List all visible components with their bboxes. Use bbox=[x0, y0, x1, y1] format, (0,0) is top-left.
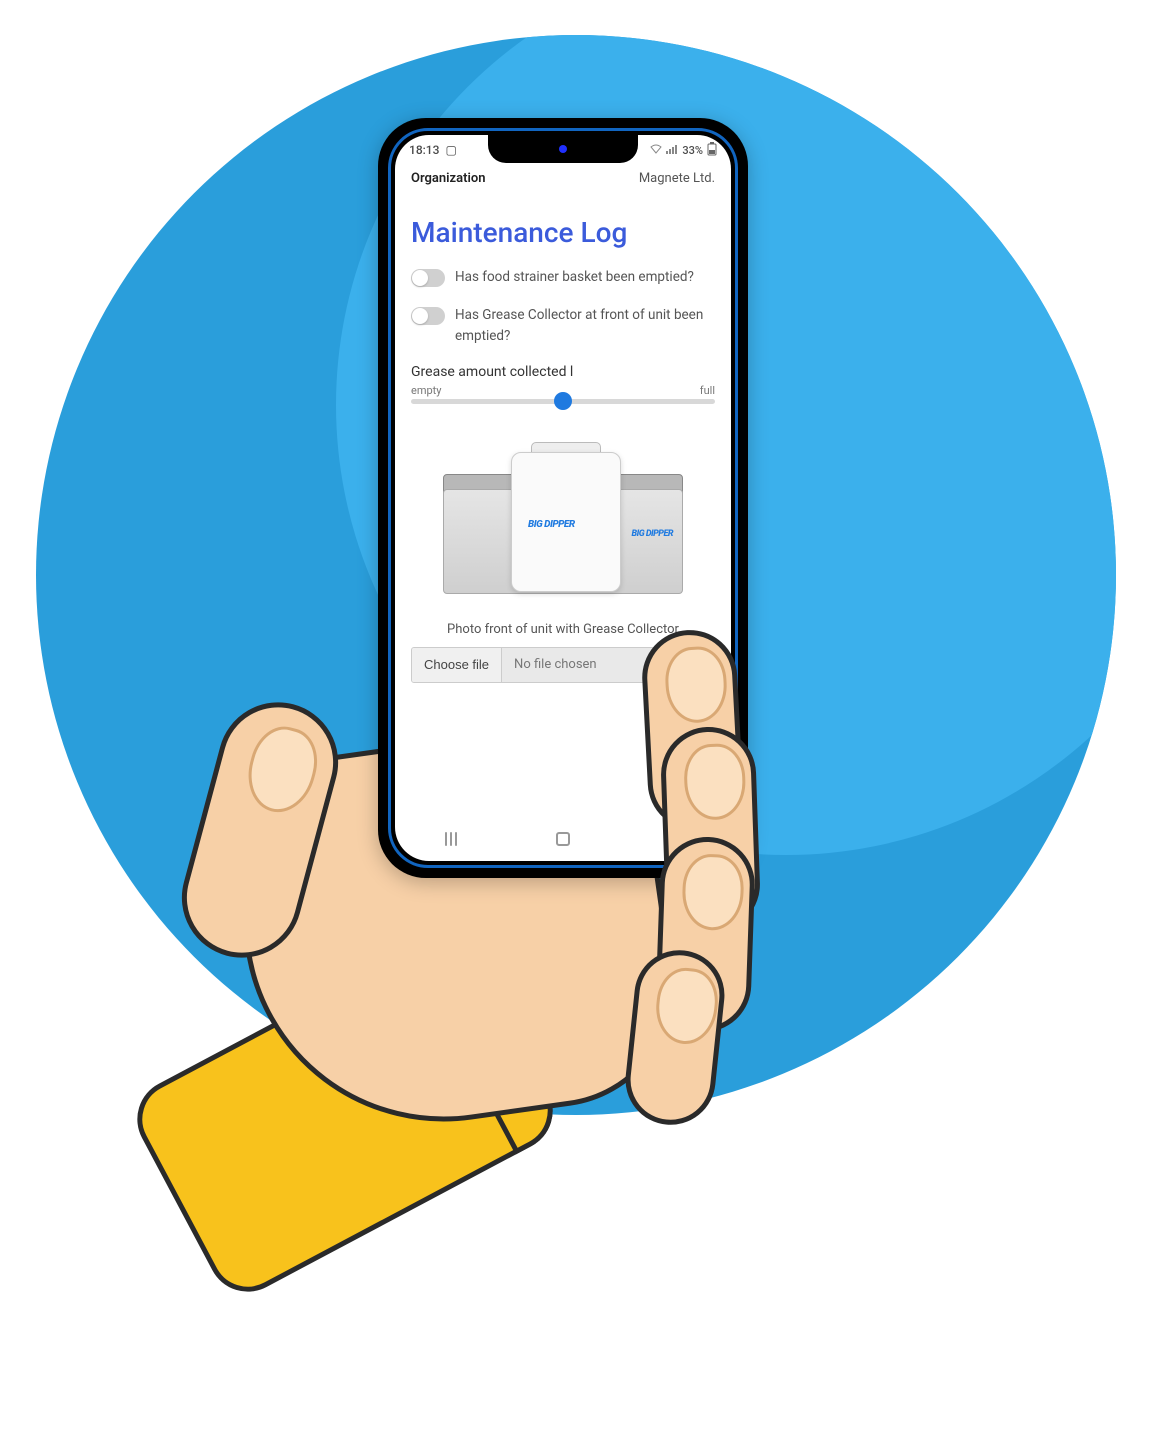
toggle-food-strainer[interactable] bbox=[411, 269, 445, 287]
choose-file-button[interactable]: Choose file bbox=[412, 648, 502, 682]
phone-notch bbox=[488, 135, 638, 163]
page-title: Maintenance Log bbox=[411, 216, 715, 249]
product-brand: BIG DIPPER bbox=[528, 519, 575, 530]
org-header: Organization Magnete Ltd. bbox=[395, 165, 731, 196]
org-label: Organization bbox=[411, 171, 485, 186]
status-time: 18:13 bbox=[409, 143, 439, 157]
grease-amount-slider[interactable] bbox=[411, 399, 715, 404]
slider-title: Grease amount collected l bbox=[411, 364, 715, 380]
toggle-grease-collector-label: Has Grease Collector at front of unit be… bbox=[455, 305, 715, 346]
toggle-food-strainer-label: Has food strainer basket been emptied? bbox=[455, 267, 694, 287]
battery-percent: 33% bbox=[682, 144, 703, 157]
toggle-grease-collector[interactable] bbox=[411, 307, 445, 325]
wifi-icon bbox=[650, 144, 662, 157]
signal-icon bbox=[666, 144, 678, 157]
battery-icon bbox=[707, 142, 717, 159]
nav-home-button[interactable] bbox=[548, 832, 578, 846]
product-image: BIG DIPPER BIG DIPPER bbox=[433, 434, 693, 604]
slider-min-label: empty bbox=[411, 384, 441, 397]
org-name: Magnete Ltd. bbox=[639, 171, 715, 186]
gallery-icon: ▢ bbox=[445, 143, 456, 157]
nav-recent-button[interactable] bbox=[436, 832, 466, 846]
slider-thumb[interactable] bbox=[554, 392, 572, 410]
slider-max-label: full bbox=[700, 384, 715, 397]
product-brand-side: BIG DIPPER bbox=[632, 529, 673, 539]
